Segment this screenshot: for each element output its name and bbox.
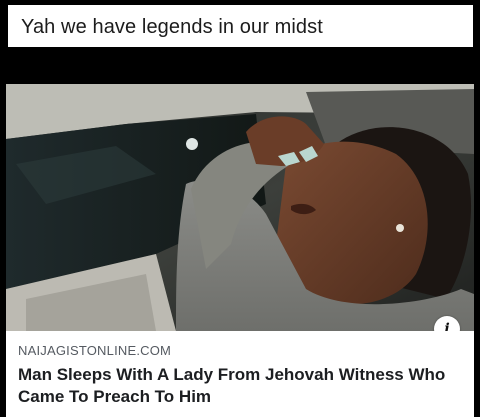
link-meta[interactable]: NAIJAGISTONLINE.COM Man Sleeps With A La… — [6, 331, 474, 417]
post-caption-bar: Yah we have legends in our midst — [8, 5, 473, 47]
link-headline[interactable]: Man Sleeps With A Lady From Jehovah Witn… — [18, 364, 462, 408]
post-caption: Yah we have legends in our midst — [21, 16, 323, 38]
article-thumbnail[interactable] — [6, 84, 474, 331]
link-domain: NAIJAGISTONLINE.COM — [18, 343, 172, 358]
woman-facepalm-photo — [6, 84, 474, 331]
link-preview-card[interactable]: i NAIJAGISTONLINE.COM Man Sleeps With A … — [6, 84, 474, 417]
